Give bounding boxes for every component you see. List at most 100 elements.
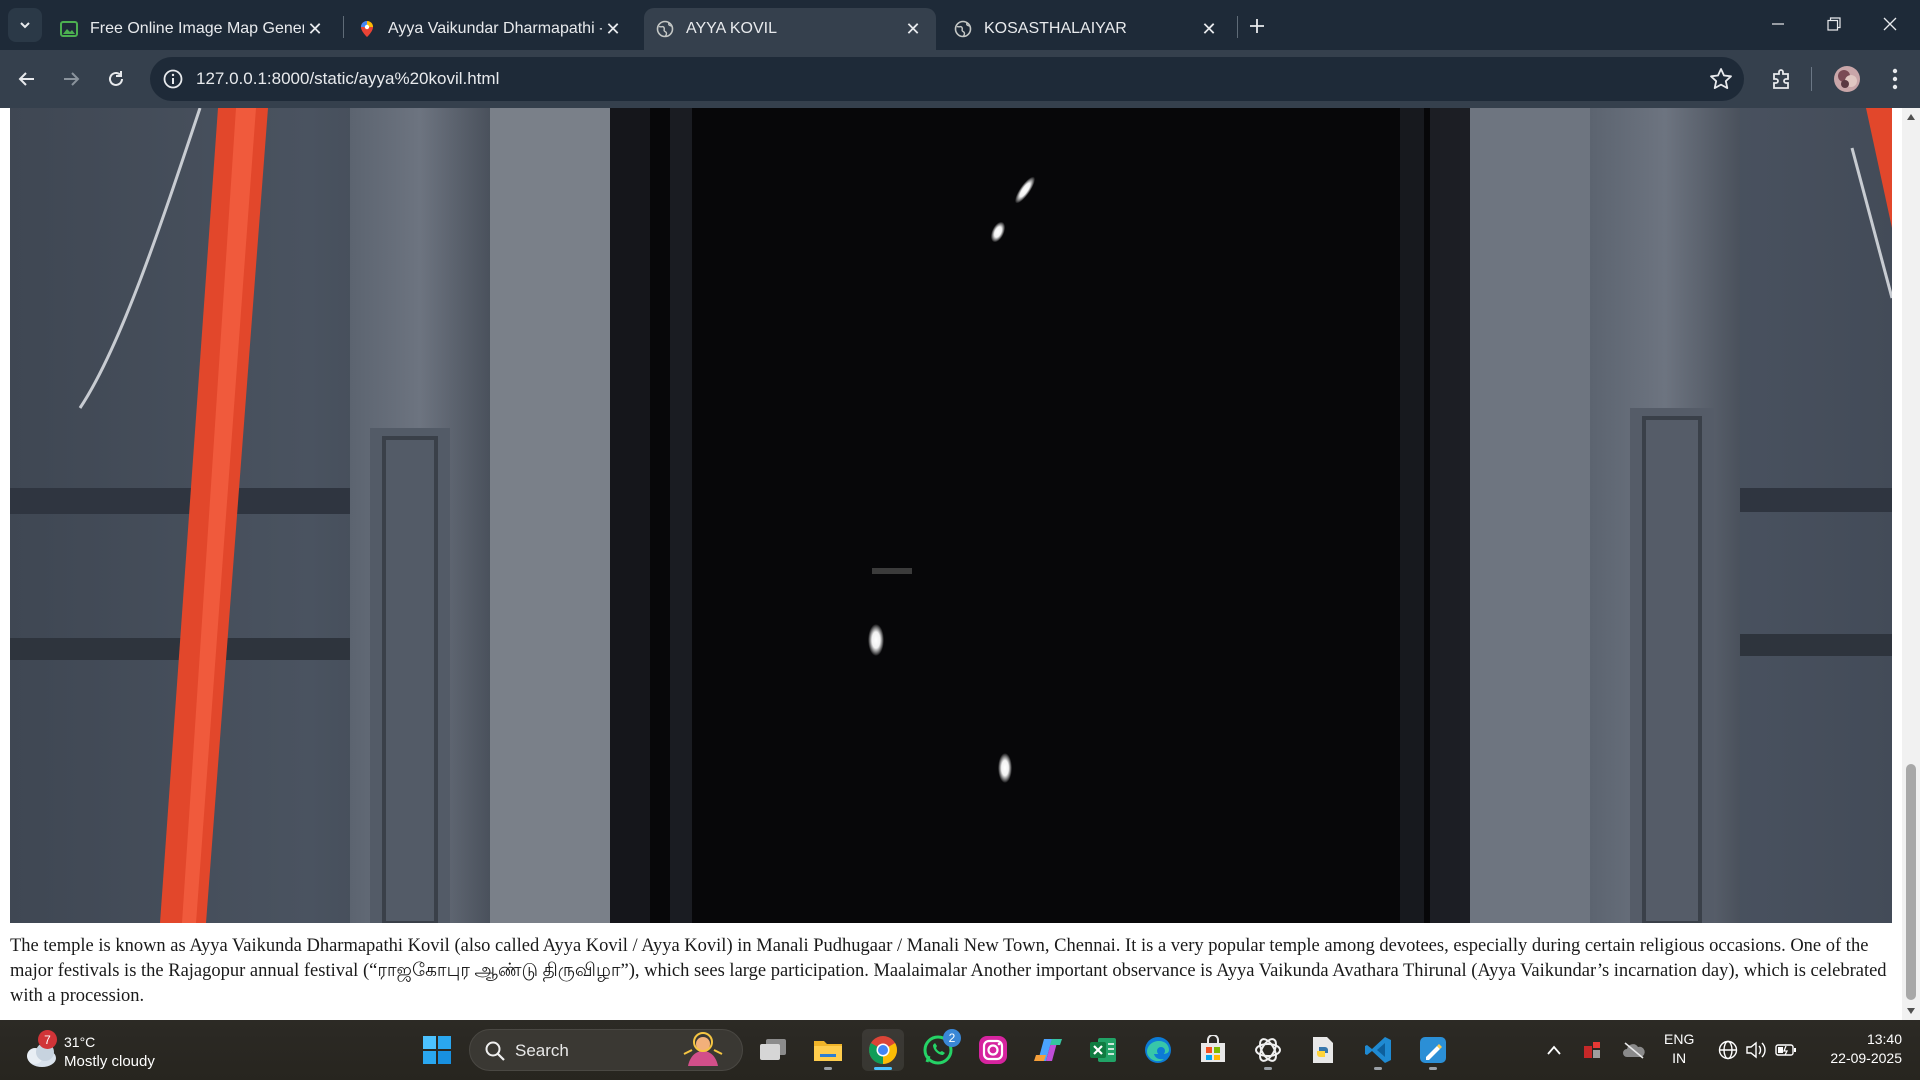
task-view-button[interactable] [752, 1029, 794, 1071]
active-indicator [874, 1067, 892, 1070]
tab-image-map[interactable]: Free Online Image Map Genera ✕ [48, 8, 338, 50]
task-view-icon [760, 1039, 786, 1060]
avatar-icon [1834, 66, 1860, 92]
windows-logo-icon [423, 1036, 451, 1064]
onedrive-icon-button[interactable] [1620, 1036, 1648, 1064]
more-vertical-icon [1892, 68, 1898, 90]
profile-avatar[interactable] [1832, 64, 1862, 94]
language-indicator[interactable]: ENG IN [1664, 1030, 1694, 1068]
google-maps-pin-favicon [361, 21, 373, 37]
page-viewport: The temple is known as Ayya Vaikunda Dha… [0, 108, 1902, 1020]
vscode-button[interactable] [1357, 1029, 1399, 1071]
windows-taskbar: 7 31°C Mostly cloudy Search 2 ENG IN 13:… [0, 1020, 1920, 1080]
tab-separator [343, 16, 344, 38]
scroll-up-arrow-icon[interactable] [1906, 112, 1916, 122]
excel-icon [1090, 1038, 1116, 1062]
clock[interactable]: 13:40 22-09-2025 [1810, 1030, 1902, 1068]
browser-menu-button[interactable] [1880, 64, 1910, 94]
close-icon[interactable]: ✕ [1198, 18, 1220, 40]
battery-charging-icon [1775, 1044, 1796, 1056]
close-icon[interactable]: ✕ [304, 18, 326, 40]
python-file-icon [1313, 1037, 1333, 1063]
restore-button[interactable] [1806, 0, 1862, 48]
file-explorer-button[interactable] [807, 1029, 849, 1071]
bookmark-star-icon[interactable] [1708, 66, 1734, 92]
search-label: Search [515, 1041, 569, 1060]
network-button[interactable] [1714, 1036, 1742, 1064]
vscode-icon [1365, 1037, 1391, 1063]
whatsapp-button[interactable]: 2 [917, 1029, 961, 1071]
chatgpt-icon [1255, 1038, 1281, 1062]
weather-widget[interactable]: 7 31°C Mostly cloudy [18, 1028, 188, 1074]
folder-icon [814, 1041, 842, 1061]
copilot-button[interactable] [1027, 1029, 1069, 1071]
instagram-icon [979, 1036, 1007, 1064]
tab-title: AYYA KOVIL [686, 20, 778, 37]
arrow-right-icon [64, 72, 80, 86]
tab-title: Free Online Image Map Genera [90, 20, 304, 37]
close-icon [1883, 17, 1897, 31]
speaker-icon [1746, 1041, 1766, 1059]
region-code: IN [1672, 1050, 1687, 1066]
forward-button[interactable] [53, 61, 89, 97]
start-button[interactable] [416, 1029, 458, 1071]
vertical-scrollbar[interactable] [1902, 108, 1920, 1020]
edge-button[interactable] [1137, 1029, 1179, 1071]
python-file-button[interactable] [1302, 1029, 1344, 1071]
draw-app-button[interactable] [1412, 1029, 1454, 1071]
close-icon[interactable]: ✕ [902, 18, 924, 40]
instagram-button[interactable] [972, 1029, 1014, 1071]
tab-search-button[interactable] [8, 8, 42, 42]
url-text[interactable]: 127.0.0.1:8000/static/ayya%20kovil.html [196, 69, 499, 89]
search-highlight-icon [683, 1032, 723, 1066]
plus-icon [1250, 19, 1264, 33]
browser-toolbar: 127.0.0.1:8000/static/ayya%20kovil.html [0, 50, 1920, 108]
tab-kosasthalaiyar[interactable]: KOSASTHALAIYAR ✕ [942, 8, 1232, 50]
tab-ayya-maps[interactable]: Ayya Vaikundar Dharmapathi - ✕ [346, 8, 636, 50]
search-icon [485, 1041, 505, 1061]
new-tab-button[interactable] [1240, 11, 1274, 41]
image-map-favicon [60, 21, 78, 37]
temple-doorway-image [10, 108, 1892, 923]
tray-app-icon[interactable] [1578, 1036, 1606, 1064]
chatgpt-button[interactable] [1247, 1029, 1289, 1071]
tab-ayya-kovil[interactable]: AYYA KOVIL ✕ [644, 8, 936, 50]
show-hidden-icons-button[interactable] [1540, 1036, 1568, 1064]
taskbar-search[interactable]: Search [469, 1029, 743, 1071]
reload-button[interactable] [98, 61, 134, 97]
tab-separator [1237, 16, 1238, 38]
minimize-button[interactable] [1750, 0, 1806, 48]
back-button[interactable] [9, 61, 45, 97]
cloud-offline-icon [1623, 1042, 1645, 1059]
globe-icon [656, 20, 674, 38]
tab-title: KOSASTHALAIYAR [984, 20, 1127, 37]
close-icon[interactable]: ✕ [602, 18, 624, 40]
edge-icon [1145, 1037, 1171, 1063]
scroll-down-arrow-icon[interactable] [1906, 1006, 1916, 1016]
extensions-button[interactable] [1767, 64, 1797, 94]
site-info-icon[interactable] [162, 68, 184, 90]
microsoft-store-button[interactable] [1192, 1029, 1234, 1071]
excel-button[interactable] [1082, 1029, 1124, 1071]
clock-time: 13:40 [1866, 1031, 1902, 1047]
tab-strip: Free Online Image Map Genera ✕ Ayya Vaik… [0, 0, 1920, 50]
whatsapp-badge: 2 [943, 1029, 961, 1047]
battery-button[interactable] [1772, 1036, 1800, 1064]
close-window-button[interactable] [1862, 0, 1918, 48]
volume-button[interactable] [1742, 1036, 1770, 1064]
globe-icon [1718, 1040, 1738, 1060]
temple-photo [10, 108, 1892, 923]
running-indicator [1264, 1067, 1272, 1070]
chrome-button[interactable] [862, 1029, 904, 1071]
clock-date: 22-09-2025 [1830, 1050, 1902, 1066]
copilot-icon [1034, 1039, 1062, 1061]
reload-icon [109, 71, 123, 86]
address-bar[interactable]: 127.0.0.1:8000/static/ayya%20kovil.html [150, 57, 1744, 101]
puzzle-icon [1773, 69, 1789, 89]
app-tray-icon [1584, 1042, 1600, 1058]
temple-caption: The temple is known as Ayya Vaikunda Dha… [10, 936, 1887, 1006]
running-indicator [1429, 1067, 1437, 1070]
scrollbar-thumb[interactable] [1906, 764, 1916, 1000]
language-code: ENG [1664, 1031, 1695, 1047]
restore-icon [1827, 17, 1841, 31]
